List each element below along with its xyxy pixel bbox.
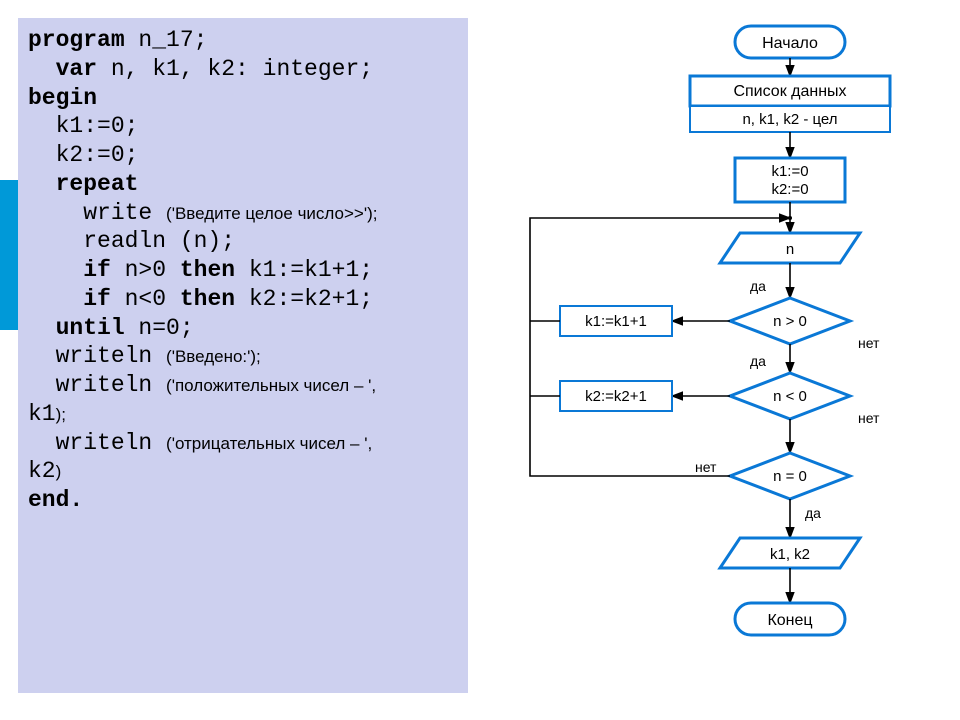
code-line-2: var n, k1, k2: integer; (28, 55, 458, 84)
flow-input-n-label: n (786, 241, 794, 258)
flow-yes-3: да (805, 505, 821, 521)
flow-no-2: нет (858, 410, 880, 426)
code-line-11: until n=0; (28, 314, 458, 343)
code-line-7: write ('Введите целое число>>'); (28, 199, 458, 228)
code-line-12: writeln ('Введено:'); (28, 342, 458, 371)
flow-act1-label: k1:=k1+1 (585, 313, 647, 330)
code-line-10: if n<0 then k2:=k2+1; (28, 285, 458, 314)
code-line-6: repeat (28, 170, 458, 199)
flow-cond2-label: n < 0 (773, 388, 807, 405)
flow-output-label: k1, k2 (770, 546, 810, 563)
flow-yes-2: да (750, 353, 766, 369)
flow-yes-1: да (750, 278, 766, 294)
flow-end-label: Конец (767, 612, 812, 629)
flow-init1-label: k1:=0 (771, 163, 808, 180)
code-line-14a: writeln ('отрицательных чисел – ', (28, 429, 458, 458)
code-line-8: readln (n); (28, 227, 458, 256)
code-line-4: k1:=0; (28, 112, 458, 141)
code-line-9: if n>0 then k1:=k1+1; (28, 256, 458, 285)
flow-cond1-label: n > 0 (773, 313, 807, 330)
code-line-1: program n_17; (28, 26, 458, 55)
flow-no-1: нет (858, 335, 880, 351)
flow-init2-label: k2:=0 (771, 181, 808, 198)
code-line-5: k2:=0; (28, 141, 458, 170)
flow-data-title-label: Список данных (733, 83, 846, 100)
flowchart: Начало Список данных n, k1, k2 - цел k1:… (500, 18, 940, 698)
flow-start-label: Начало (762, 35, 818, 52)
flow-no-3: нет (695, 459, 717, 475)
code-line-13b: k1); (28, 400, 458, 429)
code-line-14b: k2) (28, 457, 458, 486)
code-line-13a: writeln ('положительных чисел – ', (28, 371, 458, 400)
code-panel: program n_17; var n, k1, k2: integer; be… (18, 18, 468, 693)
flow-data-vars-label: n, k1, k2 - цел (742, 111, 837, 128)
code-line-3: begin (28, 84, 458, 113)
flow-act2-label: k2:=k2+1 (585, 388, 647, 405)
code-line-15: end. (28, 486, 458, 515)
flow-cond3-label: n = 0 (773, 468, 807, 485)
